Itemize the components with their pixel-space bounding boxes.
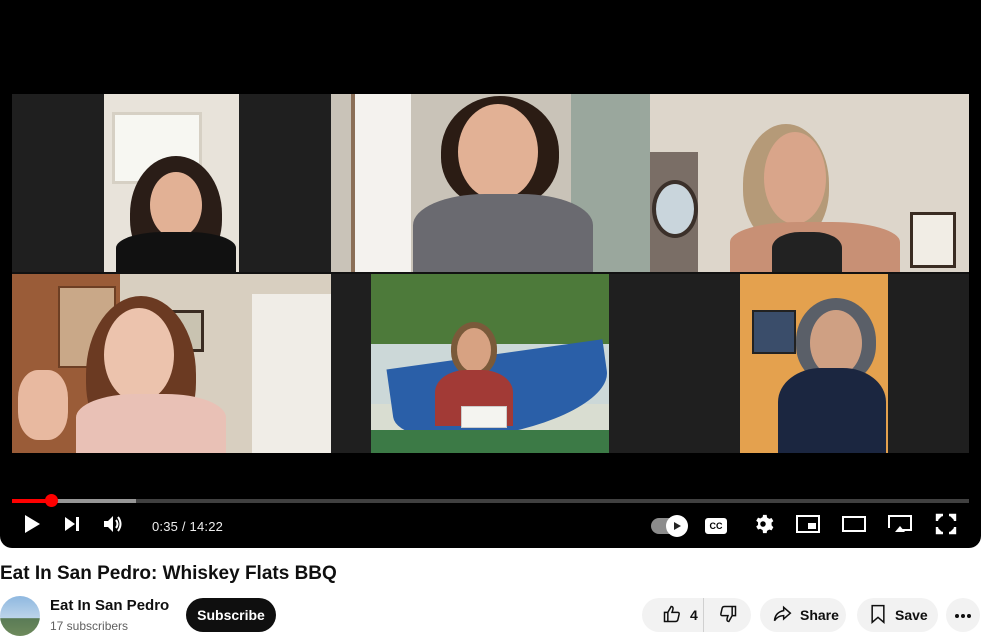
channel-name[interactable]: Eat In San Pedro: [50, 597, 169, 614]
video-title: Eat In San Pedro: Whiskey Flats BBQ: [0, 563, 337, 584]
theater-mode-icon: [842, 515, 866, 537]
player-controls: 0:35 / 14:22 CC: [12, 508, 969, 544]
like-button[interactable]: 4: [642, 598, 704, 632]
scrubber-handle[interactable]: [45, 494, 59, 507]
time-display: 0:35 / 14:22: [152, 518, 224, 534]
miniplayer-button[interactable]: [785, 508, 831, 544]
gear-icon: [752, 513, 774, 540]
participant-tile-3: [650, 94, 969, 272]
next-icon: [63, 515, 81, 538]
next-button[interactable]: [52, 508, 92, 544]
play-icon: [23, 514, 41, 539]
save-button[interactable]: Save: [857, 598, 938, 632]
captions-icon: CC: [705, 518, 727, 534]
cast-button[interactable]: [877, 508, 923, 544]
autoplay-toggle[interactable]: [645, 508, 691, 544]
thumbs-down-icon: [718, 604, 738, 627]
bookmark-icon: [869, 604, 887, 627]
fullscreen-icon: [935, 513, 957, 540]
fullscreen-button[interactable]: [923, 508, 969, 544]
volume-icon: [103, 514, 125, 539]
subscribe-button[interactable]: Subscribe: [186, 598, 276, 632]
participant-tile-2: [331, 94, 650, 272]
thumbs-up-icon: [662, 604, 682, 627]
more-icon: [954, 606, 972, 624]
channel-avatar[interactable]: [0, 596, 40, 636]
subscriber-count: 17 subscribers: [50, 619, 129, 633]
share-icon: [772, 604, 792, 627]
volume-button[interactable]: [92, 508, 136, 544]
save-label: Save: [895, 607, 928, 623]
participant-tile-1: [12, 94, 331, 272]
autoplay-toggle-icon: [651, 515, 688, 537]
participant-tile-5: [331, 274, 650, 453]
cast-icon: [887, 514, 913, 539]
share-button[interactable]: Share: [760, 598, 846, 632]
theater-mode-button[interactable]: [831, 508, 877, 544]
participant-tile-6: [650, 274, 969, 453]
more-actions-button[interactable]: [946, 598, 980, 632]
dislike-button[interactable]: [704, 598, 751, 632]
participant-tile-4: [12, 274, 331, 453]
share-label: Share: [800, 607, 839, 623]
like-count: 4: [690, 607, 698, 623]
miniplayer-icon: [796, 514, 820, 538]
like-dislike-group: 4: [642, 598, 751, 632]
progress-bar[interactable]: [12, 494, 969, 507]
video-player[interactable]: 0:35 / 14:22 CC: [0, 0, 981, 548]
play-button[interactable]: [12, 508, 52, 544]
captions-button[interactable]: CC: [691, 508, 741, 544]
video-frame[interactable]: [12, 94, 969, 453]
settings-button[interactable]: [741, 508, 785, 544]
